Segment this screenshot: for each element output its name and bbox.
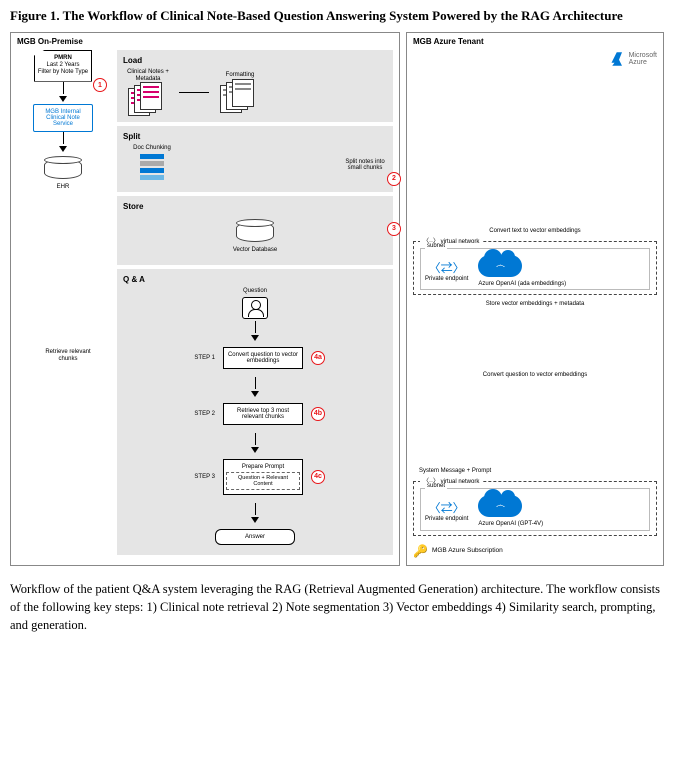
azure-brand-ms: Microsoft bbox=[629, 52, 657, 59]
step3-box: Prepare Prompt Question + Relevant Conte… bbox=[223, 459, 303, 495]
step2-label: STEP 2 bbox=[185, 411, 215, 417]
step-badge-4b: 4b bbox=[311, 407, 325, 421]
step-badge-3: 3 bbox=[387, 222, 401, 236]
subnet-2-label: subnet bbox=[425, 483, 447, 489]
azure-openai-icon-2: ෴ bbox=[478, 495, 522, 521]
vector-db-label: Vector Database bbox=[123, 247, 387, 254]
doc-chunking-label: Doc Chunking bbox=[123, 145, 181, 152]
subscription-label: MGB Azure Subscription bbox=[432, 547, 503, 554]
subnet-1: subnet 〈⇄〉 Private endpoint ෴ Azure Open… bbox=[420, 248, 650, 291]
chunk-icon bbox=[132, 152, 172, 186]
pmrn-box: PMRN Last 2 Years Filter by Note Type bbox=[34, 50, 92, 82]
azure-brand-az: Azure bbox=[629, 59, 657, 66]
step3-title: Prepare Prompt bbox=[242, 464, 284, 470]
ehr-database-icon bbox=[44, 156, 82, 182]
private-endpoint-icon-2: 〈⇄〉 bbox=[425, 499, 468, 516]
step-badge-1: 1 bbox=[93, 78, 107, 92]
panel-azure-title: MGB Azure Tenant bbox=[413, 37, 657, 46]
vnet-1: 〈··〉 virtual network subnet 〈⇄〉 Private … bbox=[413, 241, 657, 296]
vnet-2: 〈··〉 virtual network subnet 〈⇄〉 Private … bbox=[413, 481, 657, 536]
azure-openai-ada-label: Azure OpenAI (ada embeddings) bbox=[478, 281, 566, 288]
stage-qa: Q & A Question STEP 1 Convert question t… bbox=[117, 269, 393, 555]
step-badge-4a: 4a bbox=[311, 351, 325, 365]
vector-db-icon bbox=[236, 219, 274, 245]
ehr-label: EHR bbox=[17, 184, 109, 190]
pmrn-filter: Filter by Note Type bbox=[37, 69, 89, 76]
subscription-footer: 🔑 MGB Azure Subscription bbox=[413, 544, 657, 558]
answer-box: Answer bbox=[215, 529, 295, 545]
private-endpoint-label-2: Private endpoint bbox=[425, 516, 468, 523]
clinical-notes-metadata-label: Clinical Notes + Metadata bbox=[123, 69, 173, 82]
stage-split: Split Doc Chunking Split n bbox=[117, 126, 393, 192]
step2-box: Retrieve top 3 most relevant chunks bbox=[223, 403, 303, 425]
step3-label: STEP 3 bbox=[185, 474, 215, 480]
retrieve-chunks-label: Retrieve relevant chunks bbox=[43, 349, 93, 362]
figure-title: Figure 1. The Workflow of Clinical Note-… bbox=[10, 8, 672, 24]
azure-openai-gpt4v-label: Azure OpenAI (GPT-4V) bbox=[478, 521, 543, 528]
panel-azure-tenant: MGB Azure Tenant Microsoft Azure Convert… bbox=[406, 32, 664, 566]
question-label: Question bbox=[243, 288, 267, 295]
azure-openai-icon-1: ෴ bbox=[478, 255, 522, 281]
source-column: PMRN Last 2 Years Filter by Note Type MG… bbox=[17, 50, 109, 190]
step-badge-2: 2 bbox=[387, 172, 401, 186]
split-notes-label: Split notes into small chunks bbox=[343, 159, 387, 172]
panel-on-premise: MGB On-Premise PMRN Last 2 Years Filter … bbox=[10, 32, 400, 566]
formatting-docs-icon bbox=[220, 79, 260, 113]
azure-logo: Microsoft Azure bbox=[413, 50, 657, 68]
user-icon bbox=[242, 297, 268, 319]
step1-label: STEP 1 bbox=[185, 355, 215, 361]
panel-on-premise-title: MGB On-Premise bbox=[17, 37, 393, 46]
formatting-label: Formatting bbox=[215, 72, 265, 79]
figure-caption: Workflow of the patient Q&A system lever… bbox=[10, 580, 672, 634]
stage-split-label: Split bbox=[123, 132, 387, 141]
store-vector-embeddings-label: Store vector embeddings + metadata bbox=[413, 301, 657, 308]
stage-qa-label: Q & A bbox=[123, 275, 387, 284]
system-message-prompt-label: System Message + Prompt bbox=[419, 468, 657, 475]
stage-store-label: Store bbox=[123, 202, 387, 211]
stage-load: Load Clinical Notes + Metadata bbox=[117, 50, 393, 122]
convert-text-embeddings-label: Convert text to vector embeddings bbox=[413, 228, 657, 235]
step1-box: Convert question to vector embeddings bbox=[223, 347, 303, 369]
private-endpoint-icon-1: 〈⇄〉 bbox=[425, 259, 468, 276]
subnet-1-label: subnet bbox=[425, 243, 447, 249]
workflow-diagram: MGB On-Premise PMRN Last 2 Years Filter … bbox=[10, 32, 672, 566]
stage-store: Store Vector Database 3 bbox=[117, 196, 393, 266]
stage-load-label: Load bbox=[123, 56, 387, 65]
clinical-note-service-box: MGB Internal Clinical Note Service bbox=[33, 104, 93, 132]
convert-question-embeddings-label: Convert question to vector embeddings bbox=[413, 372, 657, 379]
pmrn-last2: Last 2 Years bbox=[37, 62, 89, 69]
subnet-2: subnet 〈⇄〉 Private endpoint ෴ Azure Open… bbox=[420, 488, 650, 531]
step3-sub: Question + Relevant Content bbox=[226, 472, 300, 490]
azure-logo-icon bbox=[607, 50, 625, 68]
notes-docs-icon bbox=[128, 82, 168, 116]
key-icon: 🔑 bbox=[413, 544, 428, 558]
pmrn-title: PMRN bbox=[37, 55, 89, 62]
step-badge-4c: 4c bbox=[311, 470, 325, 484]
private-endpoint-label-1: Private endpoint bbox=[425, 276, 468, 283]
